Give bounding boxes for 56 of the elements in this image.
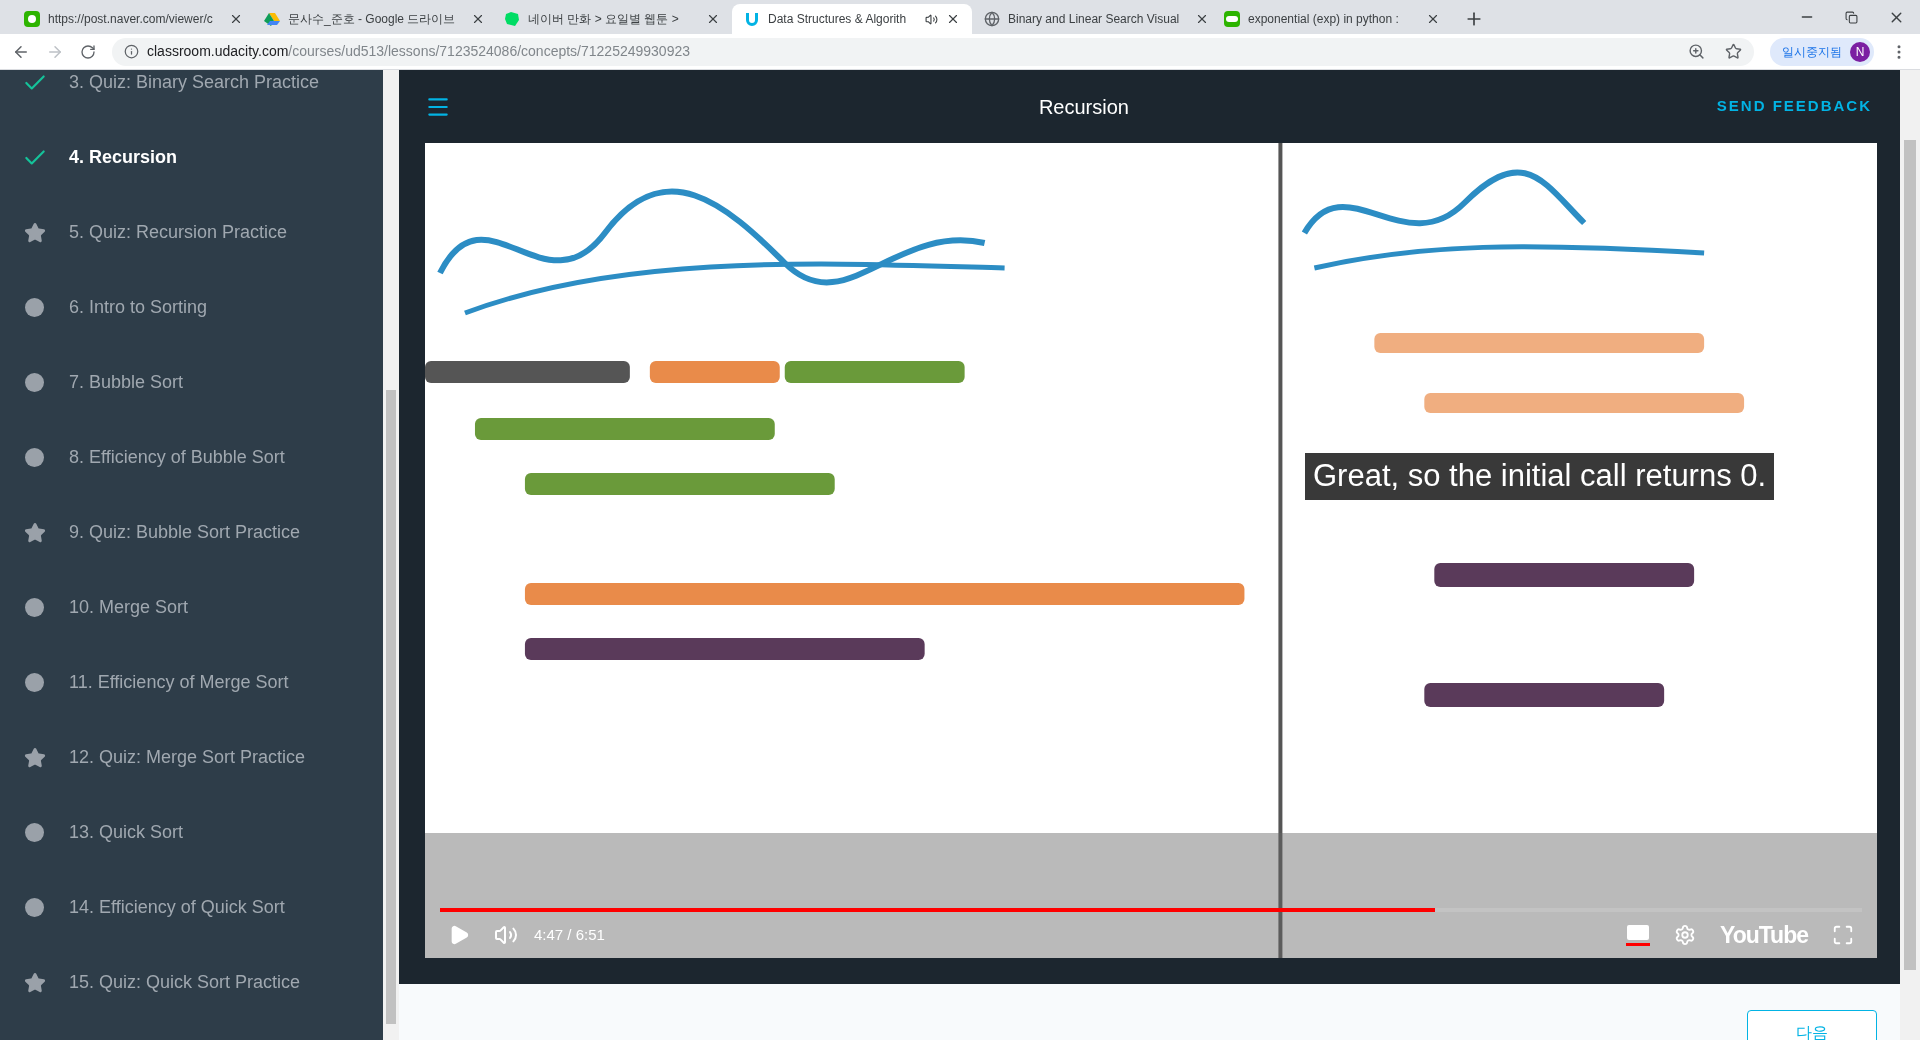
udacity-favicon-icon (744, 11, 760, 27)
lesson-item[interactable]: 8. Efficiency of Bubble Sort (0, 420, 383, 495)
page-title: Recursion (1038, 94, 1129, 120)
browser-tab[interactable]: exponential (exp) in python : (1212, 4, 1452, 34)
blog-favicon-icon (1224, 11, 1240, 27)
address-bar[interactable]: classroom.udacity.com/courses/ud513/lessons/7123524086/concepts/71225249930923 (112, 37, 1754, 66)
bookmark-star-icon[interactable] (1725, 43, 1742, 60)
lesson-item[interactable]: 7. Bubble Sort (0, 345, 383, 420)
lesson-item[interactable]: 10. Merge Sort (0, 570, 383, 645)
tab-title: https://post.naver.com/viewer/c (48, 11, 213, 28)
lesson-item[interactable]: 14. Efficiency of Quick Sort (0, 870, 383, 945)
lesson-item[interactable]: 13. Quick Sort (0, 795, 383, 870)
browser-tab[interactable]: Data Structures & Algorith (732, 4, 972, 34)
zoom-icon[interactable] (1688, 43, 1705, 60)
caption-text: Great, so the initial call returns 0. (1305, 453, 1775, 500)
progress-track[interactable] (440, 908, 1862, 912)
next-button[interactable]: 다음 (1747, 1010, 1877, 1040)
close-tab-icon[interactable] (706, 12, 720, 26)
globe-favicon-icon (984, 11, 1000, 27)
lesson-item[interactable]: 9. Quiz: Bubble Sort Practice (0, 495, 383, 570)
browser-tab[interactable]: 네이버 만화 > 요일별 웹툰 > (492, 4, 732, 34)
scrollbar-thumb[interactable] (386, 390, 396, 1024)
lesson-item[interactable]: 11. Efficiency of Merge Sort (0, 645, 383, 720)
captions-icon[interactable] (1626, 924, 1651, 946)
star-icon (23, 746, 46, 769)
browser-tab[interactable]: https://post.naver.com/viewer/c (12, 4, 252, 34)
restore-icon[interactable] (1845, 10, 1858, 24)
naver-favicon-icon (24, 11, 40, 27)
send-feedback-link[interactable]: SEND FEEDBACK (1716, 95, 1872, 118)
drive-favicon-icon (264, 11, 280, 27)
tab-title: Binary and Linear Search Visual (1008, 11, 1180, 28)
lesson-item[interactable]: 6. Intro to Sorting (0, 270, 383, 345)
profile-button[interactable]: 일시중지됨 N (1770, 37, 1874, 66)
close-tab-icon[interactable] (946, 12, 960, 26)
info-icon[interactable] (124, 44, 139, 59)
star-icon (23, 971, 46, 994)
lesson-item[interactable]: 15. Quiz: Quick Sort Practice (0, 945, 383, 1020)
tab-title: exponential (exp) in python : (1248, 11, 1399, 28)
time-text: 4:47 / 6:51 (534, 924, 605, 945)
browser-tab[interactable]: Binary and Linear Search Visual (972, 4, 1212, 34)
tab-title: 문사수_준호 - Google 드라이브 (288, 11, 456, 28)
tab-title: 네이버 만화 > 요일별 웹툰 > (528, 11, 679, 28)
star-icon (23, 521, 46, 544)
reload-icon[interactable] (80, 43, 96, 60)
lesson-item[interactable]: 12. Quiz: Merge Sort Practice (0, 720, 383, 795)
close-tab-icon[interactable] (1426, 12, 1440, 26)
lesson-item[interactable]: 5. Quiz: Recursion Practice (0, 195, 383, 270)
scrollbar-thumb[interactable] (1904, 140, 1916, 970)
avatar: N (1850, 41, 1870, 62)
lesson-item[interactable]: 3. Quiz: Binary Search Practice (0, 70, 383, 120)
url-text: classroom.udacity.com/courses/ud513/lessons/7123524086/concepts/71225249930923 (147, 42, 690, 61)
leaf-favicon-icon (504, 11, 520, 27)
tab-title: Data Structures & Algorith (768, 11, 907, 28)
browser-tab[interactable]: 문사수_준호 - Google 드라이브 (252, 4, 492, 34)
star-icon (23, 221, 46, 244)
lesson-item[interactable]: 4. Recursion (0, 120, 383, 195)
